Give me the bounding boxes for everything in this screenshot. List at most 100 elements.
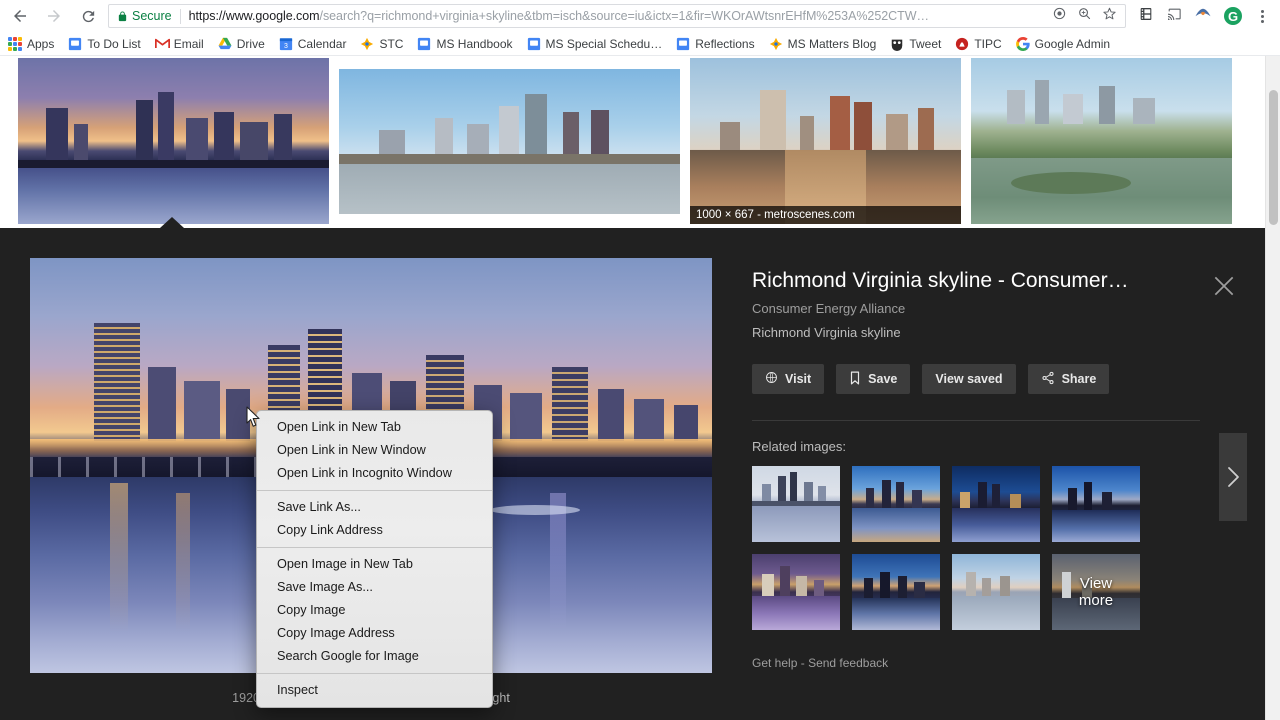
bookmark-label: Email: [173, 36, 204, 51]
bookmark-calendar[interactable]: 3 Calendar: [279, 36, 347, 51]
thumb-richmond-daylight[interactable]: [339, 69, 680, 214]
chrome-menu-button[interactable]: [1254, 9, 1270, 23]
image-title[interactable]: Richmond Virginia skyline - Consumer…: [752, 268, 1182, 293]
bookmark-drive[interactable]: Drive: [218, 37, 265, 51]
location-icon[interactable]: [1052, 6, 1067, 26]
bookmark-google-admin[interactable]: Google Admin: [1015, 36, 1111, 51]
related-image-view-more[interactable]: View more: [1052, 554, 1140, 631]
related-image-1[interactable]: [752, 466, 840, 543]
bookmark-tweet[interactable]: Tweet: [890, 37, 941, 51]
related-thumb-image: [952, 554, 1040, 631]
related-thumb-image: [852, 466, 940, 543]
related-thumb-image: [752, 554, 840, 631]
image-viewer-panel: 1920 × 1080 - Images may be subject to c…: [0, 217, 1265, 720]
thumb-richmond-river[interactable]: [971, 58, 1232, 224]
bookmark-ms-handbook[interactable]: MS Handbook: [417, 36, 513, 51]
related-image-4[interactable]: [1052, 466, 1140, 543]
bookmark-label: STC: [379, 36, 404, 51]
menu-item-copy-link-address[interactable]: Copy Link Address: [257, 519, 492, 542]
bookmark-tipc[interactable]: TIPC: [955, 36, 1002, 51]
menu-item-copy-image-address[interactable]: Copy Image Address: [257, 622, 492, 645]
menu-item-open-link-incognito[interactable]: Open Link in Incognito Window: [257, 462, 492, 485]
zoom-icon[interactable]: [1077, 6, 1092, 26]
secure-badge: Secure: [113, 9, 172, 23]
thumb-richmond-dusk[interactable]: [18, 58, 329, 224]
skyline-thumbnail-image: [18, 58, 329, 224]
related-image-2[interactable]: [852, 466, 940, 543]
bookmark-email[interactable]: Email: [154, 36, 204, 51]
diamond-icon: [769, 37, 783, 51]
extension-icon[interactable]: [1194, 7, 1212, 26]
menu-item-open-link-new-window[interactable]: Open Link in New Window: [257, 439, 492, 462]
related-image-3[interactable]: [952, 466, 1040, 543]
button-label: Share: [1061, 372, 1097, 387]
profile-avatar[interactable]: G: [1224, 7, 1242, 25]
visit-button[interactable]: Visit: [752, 364, 825, 395]
menu-item-open-link-new-tab[interactable]: Open Link in New Tab: [257, 416, 492, 439]
save-button[interactable]: Save: [836, 364, 911, 395]
related-thumb-image: [952, 466, 1040, 543]
bookmark-label: Calendar: [297, 36, 347, 51]
image-source[interactable]: Consumer Energy Alliance: [752, 301, 1212, 316]
bookmark-icon: [849, 371, 861, 388]
scrollbar-thumb[interactable]: [1269, 90, 1278, 225]
bookmark-label: Apps: [27, 36, 55, 51]
doc-blue-icon: [676, 37, 690, 51]
related-image-5[interactable]: [752, 554, 840, 631]
related-thumb-image: [852, 554, 940, 631]
close-icon[interactable]: [1211, 273, 1237, 299]
film-extension-icon[interactable]: [1138, 6, 1154, 27]
skyline-thumbnail-image: [971, 58, 1232, 224]
related-image-6[interactable]: [852, 554, 940, 631]
extension-toolbar: G: [1134, 6, 1280, 27]
browser-toolbar: Secure https://www.google.com/search?q=r…: [0, 0, 1280, 32]
thumbnail-size-label: 1000 × 667 - metroscenes.com: [690, 206, 961, 224]
bookmark-label: MS Handbook: [436, 36, 513, 51]
page-scrollbar[interactable]: [1265, 56, 1280, 720]
address-bar[interactable]: Secure https://www.google.com/search?q=r…: [108, 4, 1126, 28]
next-image-button[interactable]: [1219, 433, 1247, 521]
bookmark-ms-matters-blog[interactable]: MS Matters Blog: [769, 36, 877, 51]
bookmark-label: MS Matters Blog: [787, 36, 877, 51]
bookmark-label: Drive: [236, 36, 265, 51]
bookmark-label: TIPC: [974, 36, 1002, 51]
url-domain: https://www.google.com: [188, 9, 320, 23]
forward-button[interactable]: [40, 2, 68, 30]
reload-button[interactable]: [74, 2, 102, 30]
related-image-7[interactable]: [952, 554, 1040, 631]
view-saved-button[interactable]: View saved: [922, 364, 1016, 395]
star-icon[interactable]: [1102, 6, 1117, 26]
url-text: https://www.google.com/search?q=richmond…: [189, 9, 1052, 23]
button-label: Save: [868, 372, 898, 387]
owl-icon: [890, 37, 904, 51]
skyline-thumbnail-image: [690, 58, 961, 224]
menu-item-copy-image[interactable]: Copy Image: [257, 599, 492, 622]
mouse-cursor: [246, 406, 262, 433]
menu-item-save-image-as[interactable]: Save Image As...: [257, 576, 492, 599]
back-button[interactable]: [6, 2, 34, 30]
doc-blue-icon: [417, 37, 431, 51]
red-circle-icon: [955, 37, 969, 51]
omnibox-icons: [1052, 6, 1121, 26]
secure-label: Secure: [132, 9, 172, 23]
bookmark-apps[interactable]: Apps: [8, 36, 55, 51]
bookmark-to-do-list[interactable]: To Do List: [68, 37, 141, 51]
bookmark-stc[interactable]: STC: [360, 37, 403, 51]
send-feedback-link[interactable]: Send feedback: [808, 656, 888, 670]
menu-item-open-image-new-tab[interactable]: Open Image in New Tab: [257, 553, 492, 576]
menu-item-search-google-for-image[interactable]: Search Google for Image: [257, 645, 492, 668]
bookmark-label: Google Admin: [1034, 36, 1111, 51]
get-help-link[interactable]: Get help: [752, 656, 797, 670]
bookmark-ms-special-schedule[interactable]: MS Special Schedu…: [527, 37, 662, 51]
menu-item-inspect[interactable]: Inspect: [257, 679, 492, 702]
bookmark-label: Tweet: [909, 36, 942, 51]
cast-icon[interactable]: [1166, 6, 1182, 27]
thumb-richmond-boardwalk[interactable]: 1000 × 667 - metroscenes.com: [690, 58, 961, 224]
bookmark-reflections[interactable]: Reflections: [676, 37, 755, 51]
view-more-overlay: View more: [1052, 554, 1140, 630]
share-button[interactable]: Share: [1027, 364, 1110, 395]
image-alt-text: Richmond Virginia skyline: [752, 325, 901, 341]
svg-text:3: 3: [284, 42, 288, 49]
calendar-icon: 3: [279, 37, 293, 51]
menu-item-save-link-as[interactable]: Save Link As...: [257, 496, 492, 519]
